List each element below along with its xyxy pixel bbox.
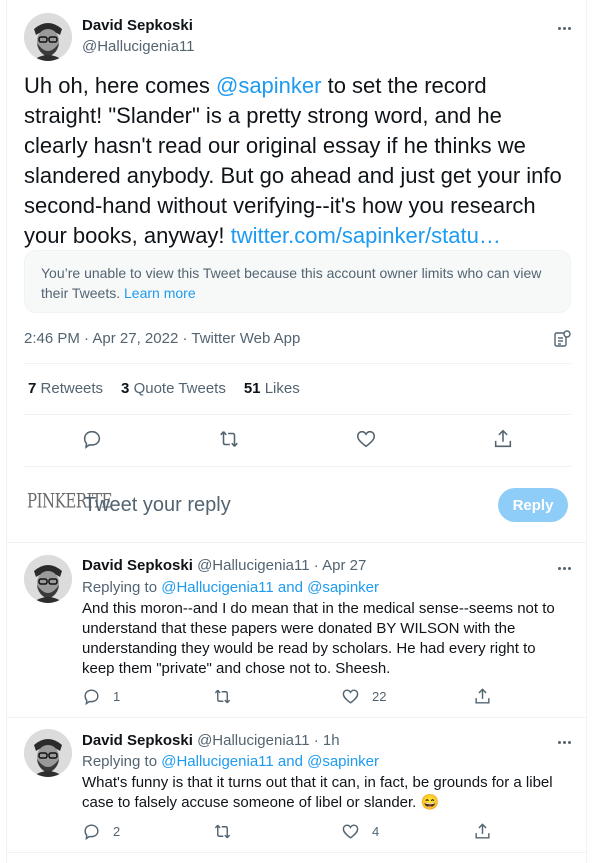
tweet-text-part: to set the record straight! "Slander" is… [24, 73, 562, 248]
tweet-text-part: Uh oh, here comes [24, 73, 216, 98]
reply-header: David Sepkoski @Hallucigenia11 · Apr 27 [82, 557, 366, 574]
reply-text: What's funny is that it turns out that i… [82, 774, 553, 811]
reply-input[interactable]: Tweet your reply [84, 494, 231, 517]
tweet-date[interactable]: Apr 27, 2022 [92, 330, 178, 347]
mention-link[interactable]: @sapinker [216, 73, 322, 98]
more-icon[interactable] [552, 558, 576, 578]
quote-label: Quote Tweets [133, 380, 226, 397]
like-count: 22 [372, 689, 387, 704]
retweets-stat[interactable]: 7 Retweets [28, 380, 103, 397]
author-name[interactable]: David Sepkoski [82, 17, 193, 34]
retweets-count: 7 [28, 380, 37, 397]
author-avatar[interactable] [24, 13, 72, 61]
replying-prefix: Replying to [82, 753, 162, 770]
like-icon[interactable] [355, 428, 377, 450]
divider [24, 466, 571, 467]
meta-separator: · [182, 330, 188, 347]
share-icon[interactable] [473, 822, 492, 841]
like-count: 4 [372, 824, 380, 839]
tweet-time[interactable]: 2:46 PM [24, 330, 80, 347]
reply-separator: · [313, 557, 319, 574]
quote-tweets-stat[interactable]: 3 Quote Tweets [121, 380, 226, 397]
divider [6, 852, 587, 853]
replying-to-link[interactable]: @Hallucigenia11 and @sapinker [161, 579, 379, 596]
replying-to: Replying to @Hallucigenia11 and @sapinke… [82, 753, 379, 770]
unavailable-quote-notice: You’re unable to view this Tweet because… [24, 250, 571, 313]
analytics-icon[interactable] [553, 330, 571, 353]
tweet-meta: 2:46 PM · Apr 27, 2022 · Twitter Web App [24, 330, 300, 347]
meta-separator: · [84, 330, 90, 347]
share-icon[interactable] [473, 687, 492, 706]
reply-avatar[interactable] [24, 555, 72, 603]
reply-time[interactable]: 1h [323, 732, 340, 749]
engagement-stats: 7 Retweets 3 Quote Tweets 51 Likes [28, 380, 300, 397]
replying-to-link[interactable]: @Hallucigenia11 and @sapinker [161, 753, 379, 770]
reply-author-handle[interactable]: @Hallucigenia11 [197, 557, 310, 574]
like-icon[interactable]: 4 [341, 822, 379, 841]
tweet-text: Uh oh, here comes @sapinker to set the r… [24, 71, 564, 251]
learn-more-link[interactable]: Learn more [124, 285, 196, 301]
divider [24, 414, 571, 415]
tweet-url-link[interactable]: twitter.com/sapinker/statu… [231, 223, 501, 248]
tweet-source[interactable]: Twitter Web App [191, 330, 300, 347]
reply-count: 1 [113, 689, 121, 704]
reply-text: And this moron--and I do mean that in th… [82, 600, 555, 677]
reply-separator: · [313, 732, 319, 749]
likes-count: 51 [243, 380, 261, 397]
reply-icon[interactable]: 1 [82, 687, 120, 706]
reply-header: David Sepkoski @Hallucigenia11 · 1h [82, 732, 340, 749]
reply-icon[interactable]: 2 [82, 822, 120, 841]
replying-to: Replying to @Hallucigenia11 and @sapinke… [82, 579, 379, 596]
reply-author-name[interactable]: David Sepkoski [82, 732, 193, 749]
notice-text: You’re unable to view this Tweet because… [41, 265, 542, 301]
share-icon[interactable] [492, 428, 514, 450]
likes-label: Likes [264, 380, 300, 397]
more-icon[interactable] [552, 732, 576, 752]
reply-button[interactable]: Reply [498, 488, 568, 522]
reply-author-handle[interactable]: @Hallucigenia11 [197, 732, 310, 749]
reply-count: 2 [113, 824, 121, 839]
reply-icon[interactable] [81, 428, 103, 450]
divider [6, 542, 587, 543]
reply-avatar[interactable] [24, 729, 72, 777]
like-icon[interactable]: 22 [341, 687, 386, 706]
retweet-icon[interactable] [218, 428, 240, 450]
replying-prefix: Replying to [82, 579, 162, 596]
retweet-icon[interactable] [213, 822, 232, 841]
divider [6, 717, 587, 718]
more-icon[interactable] [552, 18, 576, 38]
retweets-label: Retweets [40, 380, 104, 397]
author-handle[interactable]: @Hallucigenia11 [82, 38, 195, 55]
divider [24, 363, 571, 364]
likes-stat[interactable]: 51 Likes [244, 380, 300, 397]
reply-time[interactable]: Apr 27 [322, 557, 366, 574]
quote-count: 3 [121, 380, 130, 397]
retweet-icon[interactable] [213, 687, 232, 706]
reply-author-name[interactable]: David Sepkoski [82, 557, 193, 574]
